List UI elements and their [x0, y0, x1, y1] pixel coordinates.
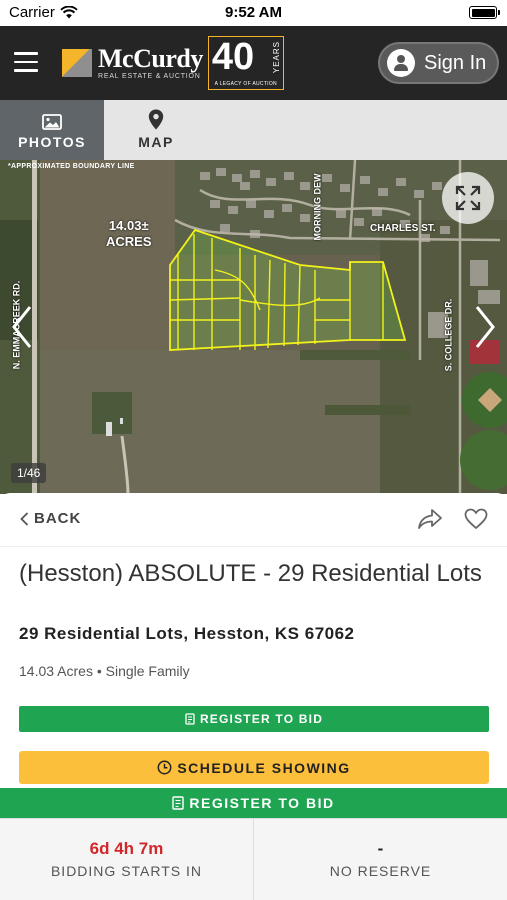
road-label-charles: CHARLES ST. [370, 223, 436, 234]
reserve-value: - [377, 839, 384, 858]
road-label-college: S. COLLEGE DR. [443, 298, 454, 372]
tab-photos[interactable]: PHOTOS [0, 100, 104, 160]
clock-icon [157, 760, 172, 775]
hamburger-menu-icon[interactable] [14, 52, 38, 72]
back-label: BACK [34, 510, 82, 527]
chevron-left-icon [20, 511, 29, 526]
sticky-register-to-bid-button[interactable]: REGISTER TO BID [0, 788, 507, 818]
media-tabs: PHOTOS MAP [0, 100, 507, 160]
reserve-status: - NO RESERVE [253, 819, 507, 900]
panel-toolbar: BACK [0, 493, 507, 547]
photo-counter: 1/46 [11, 463, 47, 483]
previous-photo-button[interactable] [10, 305, 34, 349]
sign-in-label: Sign In [424, 51, 487, 74]
anniversary-tagline: A LEGACY OF AUCTION [214, 81, 277, 87]
tab-map[interactable]: MAP [104, 100, 208, 160]
tab-map-label: MAP [138, 134, 174, 150]
bidding-countdown: 6d 4h 7m BIDDING STARTS IN [0, 819, 253, 900]
back-button[interactable]: BACK [20, 510, 81, 527]
auction-status-bar: 6d 4h 7m BIDDING STARTS IN - NO RESERVE [0, 818, 507, 900]
countdown-value: 6d 4h 7m [89, 839, 164, 858]
logo-mark-icon [62, 49, 92, 77]
sticky-register-label: REGISTER TO BID [189, 795, 335, 811]
schedule-showing-button[interactable]: SCHEDULE SHOWING [19, 751, 489, 784]
battery-icon [469, 6, 500, 19]
app-header: McCurdy REAL ESTATE & AUCTION 40 YEARS A… [0, 26, 507, 100]
share-button[interactable] [417, 508, 443, 535]
register-to-bid-button[interactable]: REGISTER TO BID [19, 706, 489, 732]
fullscreen-button[interactable] [442, 172, 494, 224]
listing-address: 29 Residential Lots, Hesston, KS 67062 [19, 624, 355, 643]
user-avatar-icon [387, 49, 415, 77]
chevron-left-icon [12, 306, 32, 348]
acreage-label-value: 14.03± [108, 218, 149, 233]
map-pin-icon [148, 109, 164, 130]
reserve-label: NO RESERVE [329, 863, 432, 879]
anniversary-badge: 40 YEARS A LEGACY OF AUCTION [207, 36, 284, 90]
countdown-label: BIDDING STARTS IN [50, 863, 203, 879]
anniversary-years: YEARS [271, 41, 281, 74]
expand-icon [455, 185, 481, 211]
anniversary-number: 40 [211, 36, 255, 78]
listing-detail-panel: BACK (Hesston) ABSOLUTE - 29 Residential… [0, 493, 507, 793]
acreage-label: 14.03± ACRES [106, 218, 152, 250]
logo-name: McCurdy [98, 44, 203, 73]
logo-subtitle: REAL ESTATE & AUCTION [98, 73, 201, 80]
mccurdy-logo[interactable]: McCurdy REAL ESTATE & AUCTION 40 YEARS A… [62, 36, 284, 90]
tab-photos-label: PHOTOS [18, 134, 86, 150]
boundary-note: *APPROXIMATED BOUNDARY LINE [8, 163, 135, 170]
status-bar: Carrier 9:52 AM [0, 0, 507, 26]
register-to-bid-label: REGISTER TO BID [199, 712, 324, 726]
clock: 9:52 AM [225, 4, 282, 21]
chevron-right-icon [475, 306, 495, 348]
image-icon [42, 114, 62, 130]
acreage-label-unit: ACRES [106, 234, 152, 249]
schedule-showing-label: SCHEDULE SHOWING [177, 759, 351, 776]
photo-viewer[interactable]: *APPROXIMATED BOUNDARY LINE 14.03± ACRES… [0, 160, 507, 494]
aerial-photo [0, 160, 507, 494]
document-icon [172, 796, 185, 810]
sign-in-button[interactable]: Sign In [378, 42, 499, 84]
listing-meta: 14.03 Acres • Single Family [19, 663, 190, 679]
document-icon [185, 713, 195, 725]
share-icon [418, 509, 442, 529]
heart-icon [464, 508, 488, 530]
next-photo-button[interactable] [473, 305, 497, 349]
road-label-morning-dew: MORNING DEW [312, 173, 323, 241]
favorite-button[interactable] [464, 508, 488, 535]
listing-title: (Hesston) ABSOLUTE - 29 Residential Lots [19, 560, 482, 587]
